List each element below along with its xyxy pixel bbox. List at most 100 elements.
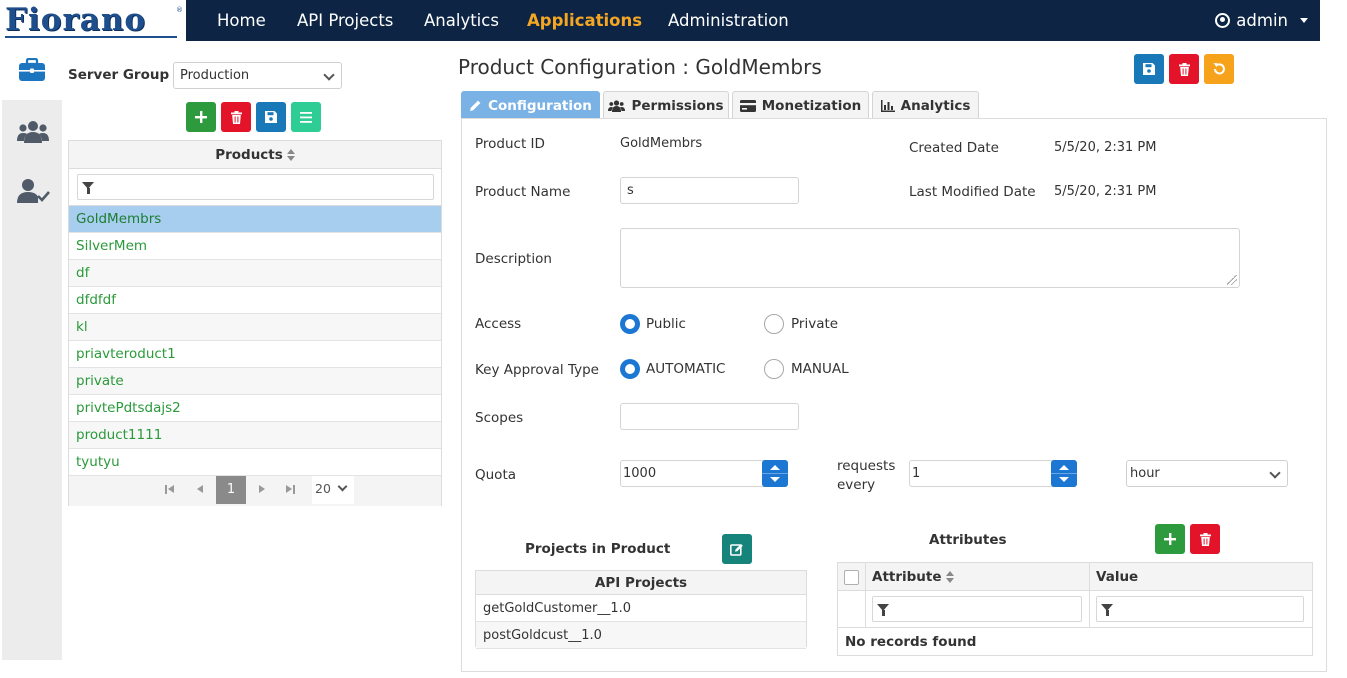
product-row[interactable]: private: [69, 368, 441, 395]
interval-unit-value: hour: [1130, 466, 1160, 481]
value-column-label: Value: [1096, 569, 1139, 585]
list-products-button[interactable]: [291, 102, 321, 132]
user-check-icon[interactable]: [16, 178, 50, 204]
key-approval-automatic-label: AUTOMATIC: [646, 361, 726, 377]
save-button[interactable]: [1134, 54, 1164, 84]
products-paginator: 1 20: [69, 476, 441, 506]
add-attribute-button[interactable]: [1155, 524, 1185, 554]
user-circle-icon: [1215, 13, 1231, 28]
key-approval-manual-label: MANUAL: [791, 361, 849, 377]
sort-icon: [945, 571, 954, 583]
user-name: admin: [1236, 11, 1288, 30]
nav-administration[interactable]: Administration: [668, 0, 789, 41]
attribute-filter-cell: [866, 591, 1090, 627]
sort-icon: [286, 149, 295, 161]
api-projects-column-header: API Projects: [476, 571, 806, 595]
tab-monetization[interactable]: Monetization: [732, 91, 869, 119]
empty-message: No records found: [845, 634, 977, 650]
trash-icon: [1199, 532, 1211, 546]
scopes-label: Scopes: [475, 410, 524, 426]
add-product-button[interactable]: [186, 102, 216, 132]
users-icon[interactable]: [16, 120, 50, 144]
project-row[interactable]: postGoldcust__1.0: [476, 622, 806, 649]
users-icon: [608, 99, 626, 112]
tab-monetization-label: Monetization: [761, 97, 862, 114]
product-name-label: Product Name: [475, 184, 571, 200]
product-row[interactable]: df: [69, 260, 441, 287]
current-page-button[interactable]: 1: [216, 476, 246, 504]
page-size-select[interactable]: 20: [312, 476, 354, 504]
resize-handle-icon[interactable]: [1227, 275, 1237, 285]
delete-attribute-button[interactable]: [1190, 524, 1220, 554]
nav-home[interactable]: Home: [217, 0, 266, 41]
access-private-radio[interactable]: [764, 314, 784, 334]
plus-icon: [1164, 533, 1176, 545]
product-row[interactable]: SilverMem: [69, 233, 441, 260]
user-menu[interactable]: admin: [1215, 0, 1308, 41]
undo-button[interactable]: [1204, 54, 1234, 84]
products-filter-input[interactable]: [77, 174, 434, 200]
access-label: Access: [475, 316, 522, 332]
select-all-cell: [838, 563, 866, 590]
product-row[interactable]: tyutyu: [69, 449, 441, 476]
select-all-checkbox[interactable]: [844, 570, 859, 585]
product-row[interactable]: dfdfdf: [69, 287, 441, 314]
products-filter-row: [69, 169, 441, 206]
product-row[interactable]: kl: [69, 314, 441, 341]
created-date-label: Created Date: [909, 140, 999, 156]
edit-projects-button[interactable]: [722, 534, 752, 564]
nav-analytics[interactable]: Analytics: [424, 0, 499, 41]
prev-page-icon[interactable]: [195, 484, 205, 496]
tab-permissions[interactable]: Permissions: [603, 91, 729, 119]
last-page-icon[interactable]: [286, 484, 296, 496]
product-row[interactable]: priavteroduct1: [69, 341, 441, 368]
products-column-header[interactable]: Products: [69, 141, 441, 169]
bar-chart-icon: [880, 99, 895, 112]
pencil-icon: [470, 100, 481, 111]
first-page-icon[interactable]: [165, 484, 175, 496]
nav-applications[interactable]: Applications: [527, 0, 642, 41]
attributes-header-row: Attribute Value: [838, 563, 1312, 591]
attribute-column-header[interactable]: Attribute: [866, 563, 1090, 590]
access-public-radio[interactable]: [620, 314, 640, 334]
next-page-icon[interactable]: [257, 484, 267, 496]
logo-text: Fiorano: [5, 2, 147, 38]
attribute-filter-input[interactable]: [872, 596, 1082, 622]
fiorano-logo[interactable]: Fiorano ®: [0, 0, 186, 41]
product-name-input[interactable]: s: [620, 177, 799, 204]
page-title: Product Configuration : GoldMembrs: [458, 55, 822, 79]
quota-spinner[interactable]: [762, 460, 788, 487]
scopes-input[interactable]: [620, 403, 799, 430]
product-row[interactable]: privtePdtsdajs2: [69, 395, 441, 422]
delete-product-button[interactable]: [221, 102, 251, 132]
value-filter-input[interactable]: [1096, 596, 1304, 622]
briefcase-icon[interactable]: [18, 58, 46, 82]
product-id-value: GoldMembrs: [620, 136, 703, 151]
spinner-divider: [762, 473, 788, 474]
filter-spacer-cell: [838, 591, 866, 627]
filter-icon: [82, 182, 94, 194]
product-row[interactable]: product1111: [69, 422, 441, 449]
projects-in-product-title: Projects in Product: [525, 541, 671, 557]
product-row[interactable]: GoldMembrs: [69, 206, 441, 233]
description-label: Description: [475, 251, 552, 267]
products-grid: Products GoldMembrs SilverMem df dfdfdf …: [68, 140, 442, 506]
key-approval-label: Key Approval Type: [475, 362, 599, 378]
description-textarea[interactable]: [620, 228, 1240, 288]
attributes-filter-row: [838, 591, 1312, 628]
plus-icon: [195, 111, 207, 123]
configuration-form: Product ID GoldMembrs Created Date 5/5/2…: [461, 118, 1327, 672]
server-group-select[interactable]: Production: [173, 62, 342, 89]
interval-unit-select[interactable]: hour: [1126, 460, 1288, 487]
page-size-value: 20: [315, 481, 331, 496]
key-approval-automatic-radio[interactable]: [620, 359, 640, 379]
tab-configuration[interactable]: Configuration: [461, 91, 600, 119]
top-nav-bar: Home API Projects Analytics Applications…: [186, 0, 1320, 41]
tab-analytics[interactable]: Analytics: [872, 91, 979, 119]
nav-api-projects[interactable]: API Projects: [297, 0, 393, 41]
delete-button[interactable]: [1169, 54, 1199, 84]
project-row[interactable]: getGoldCustomer__1.0: [476, 595, 806, 622]
key-approval-manual-radio[interactable]: [764, 359, 784, 379]
interval-spinner[interactable]: [1051, 460, 1077, 487]
save-product-button[interactable]: [256, 102, 286, 132]
